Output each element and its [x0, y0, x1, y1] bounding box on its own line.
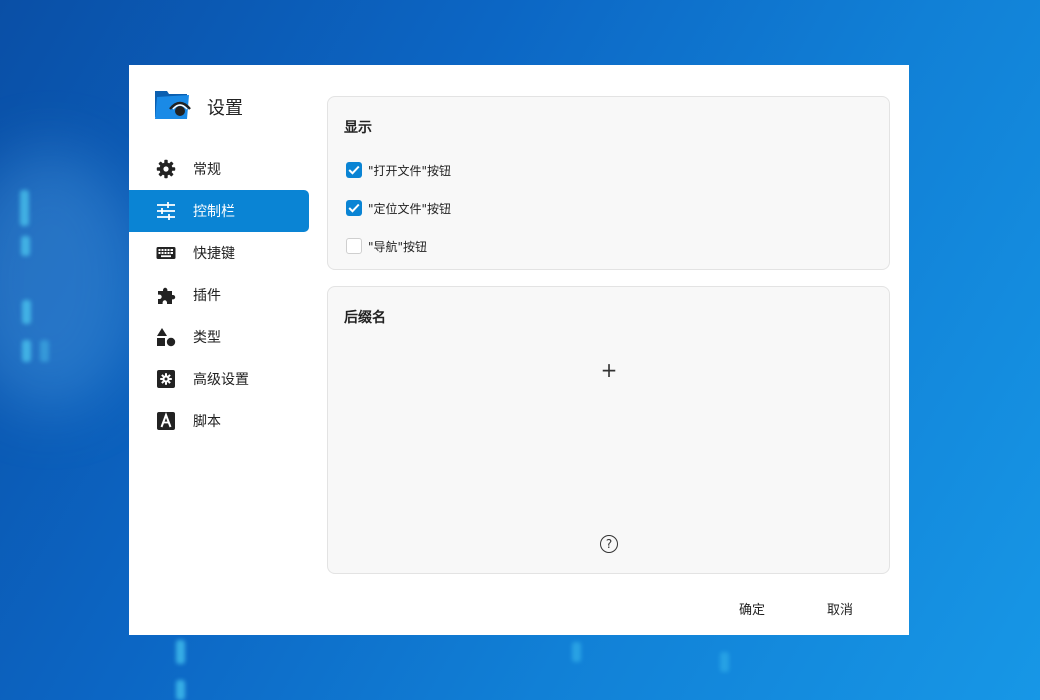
- app-title: 设置: [207, 98, 243, 119]
- sidebar-item-advanced[interactable]: 高级设置: [129, 358, 309, 400]
- sidebar-item-plugins[interactable]: 插件: [129, 274, 309, 316]
- sidebar-nav: 常规 控制栏 快捷键 插件 类型 高级设置 脚本: [129, 148, 309, 442]
- sidebar-item-label: 类型: [193, 330, 221, 346]
- keyboard-icon: [156, 243, 176, 263]
- navigation-button-option[interactable]: "导航"按钮: [346, 237, 427, 255]
- shapes-icon: [156, 327, 176, 347]
- locate-file-button-option[interactable]: "定位文件"按钮: [346, 199, 451, 217]
- option-label: "打开文件"按钮: [368, 163, 452, 178]
- option-label: "导航"按钮: [368, 239, 428, 254]
- sidebar-item-label: 快捷键: [193, 246, 235, 262]
- gear-icon: [156, 159, 176, 179]
- folder-eye-icon: [153, 89, 191, 125]
- suffix-section-title: 后缀名: [344, 310, 386, 326]
- sliders-icon: [156, 201, 176, 221]
- sidebar-item-shortcuts[interactable]: 快捷键: [129, 232, 309, 274]
- suffix-panel: 后缀名 + ?: [327, 286, 890, 574]
- sidebar-item-control-bar[interactable]: 控制栏: [129, 190, 309, 232]
- sidebar-item-label: 插件: [193, 288, 221, 304]
- puzzle-icon: [156, 285, 176, 305]
- help-icon[interactable]: ?: [600, 535, 618, 553]
- ok-button[interactable]: 确定: [739, 599, 765, 618]
- display-section-title: 显示: [344, 120, 372, 136]
- checkbox-unchecked[interactable]: [346, 238, 362, 254]
- add-suffix-button[interactable]: +: [598, 358, 620, 382]
- option-label: "定位文件"按钮: [368, 201, 452, 216]
- open-file-button-option[interactable]: "打开文件"按钮: [346, 161, 451, 179]
- checkbox-checked[interactable]: [346, 162, 362, 178]
- sidebar-item-label: 控制栏: [193, 204, 235, 220]
- cancel-button[interactable]: 取消: [827, 599, 853, 618]
- sidebar-item-label: 常规: [193, 162, 221, 178]
- sidebar-item-scripts[interactable]: 脚本: [129, 400, 309, 442]
- display-panel: 显示 "打开文件"按钮 "定位文件"按钮 "导航"按钮: [327, 96, 890, 270]
- sidebar-item-label: 脚本: [193, 414, 221, 430]
- sidebar-item-general[interactable]: 常规: [129, 148, 309, 190]
- checkbox-checked[interactable]: [346, 200, 362, 216]
- app-header: 设置: [153, 89, 243, 125]
- sidebar-item-types[interactable]: 类型: [129, 316, 309, 358]
- script-icon: [156, 411, 176, 431]
- advanced-gear-icon: [156, 369, 176, 389]
- settings-dialog: 设置 常规 控制栏 快捷键 插件 类型 高级设置 脚本 显示 "打开文件"按钮 …: [129, 65, 909, 635]
- sidebar-item-label: 高级设置: [193, 372, 249, 388]
